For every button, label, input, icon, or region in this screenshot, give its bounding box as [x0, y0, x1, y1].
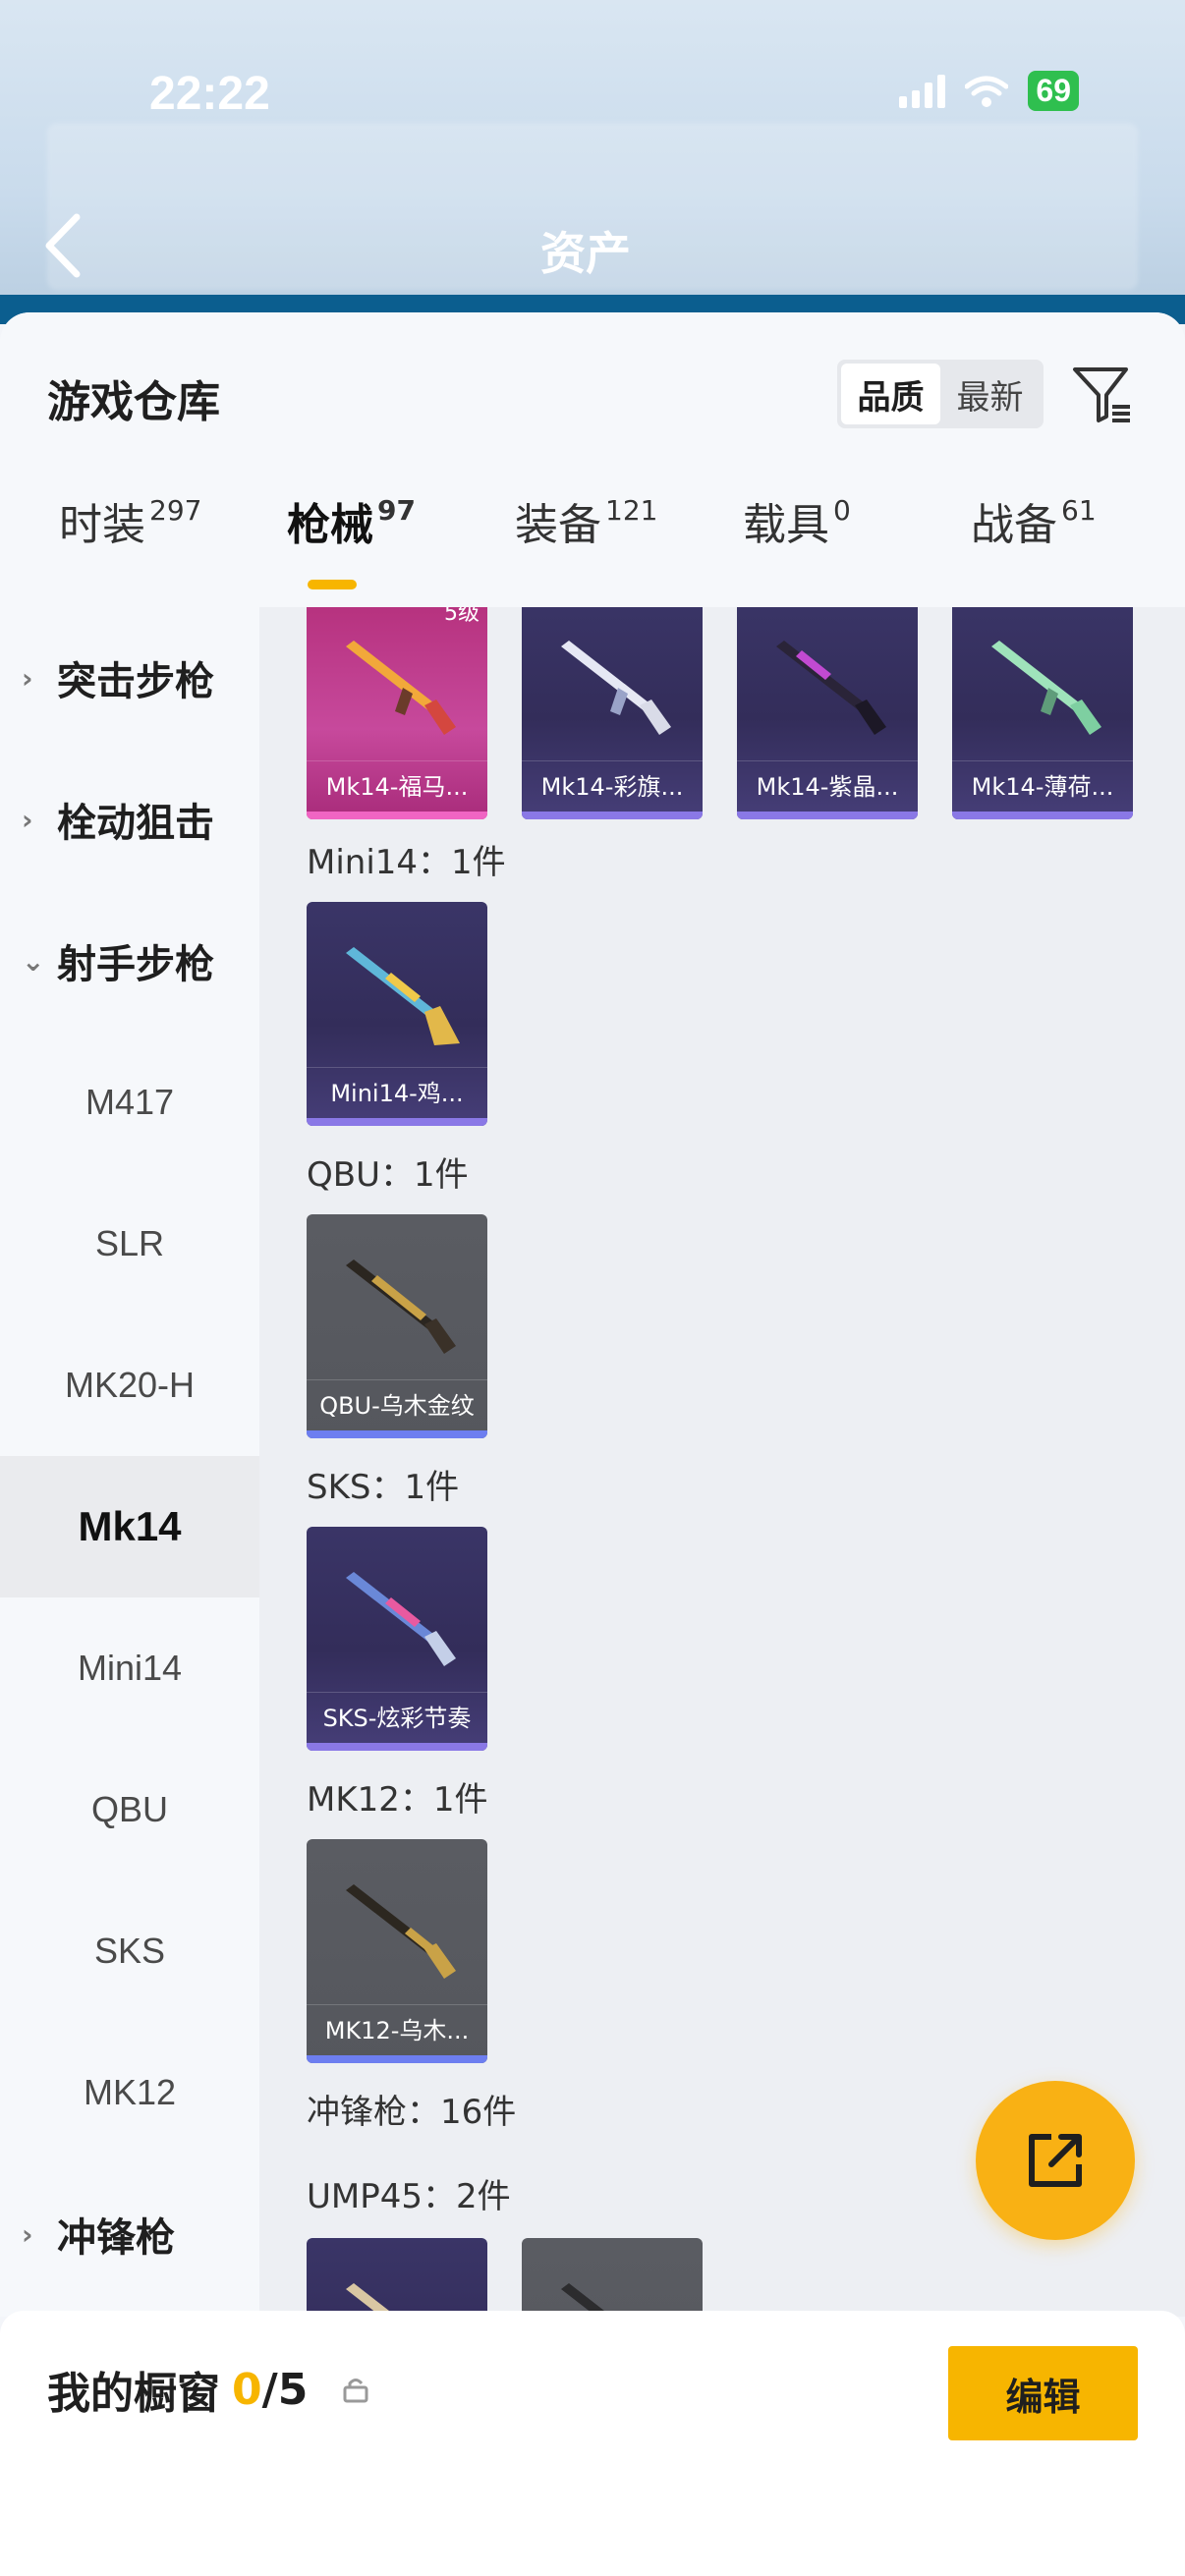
tab-equipment[interactable]: 装备 121 [515, 489, 657, 552]
share-button[interactable] [976, 2081, 1135, 2240]
weapon-card-name: Mk14-薄荷... [952, 760, 1133, 812]
rarity-bar [307, 2055, 487, 2063]
tab-supplies[interactable]: 战备 61 [971, 489, 1097, 552]
smg-icon [561, 2283, 612, 2317]
sheet-header: 游戏仓库 品质 最新 时装 297 枪械 97 装备 121 载具 0 战备 61 [0, 312, 1185, 607]
weapon-card[interactable] [307, 2238, 487, 2317]
chevron-right-icon: › [22, 2217, 33, 2251]
rarity-bar [307, 1743, 487, 1751]
group-label-sks: SKS：1件 [307, 1468, 460, 1507]
rarity-bar [737, 812, 918, 819]
weapon-card[interactable]: Mk14-薄荷... [952, 607, 1133, 819]
group-label-mk12: MK12：1件 [307, 1780, 488, 1820]
sidebar-item-sks[interactable]: SKS [0, 1880, 259, 2022]
edit-button[interactable]: 编辑 [948, 2346, 1138, 2440]
tab-fashion[interactable]: 时装 297 [59, 489, 201, 552]
battery-indicator: 69 [1028, 71, 1079, 111]
category-tabs: 时装 297 枪械 97 装备 121 载具 0 战备 61 [0, 489, 1185, 607]
sidebar-item-bolt-sniper[interactable]: › 栓动狙击 [0, 749, 259, 890]
weapon-card[interactable]: Mk14-紫晶... [737, 607, 918, 819]
rifle-icon [991, 641, 1101, 735]
sidebar-item-mk20h[interactable]: MK20-H [0, 1315, 259, 1456]
signal-icon [899, 74, 946, 108]
weapon-content: 5级 Mk14-福马... Mk14-彩旗... Mk14-紫晶... Mk14… [259, 607, 1185, 2317]
sidebar-item-mk12[interactable]: MK12 [0, 2022, 259, 2163]
weapon-card[interactable] [522, 2238, 703, 2317]
rarity-bar [522, 812, 703, 819]
sidebar-item-label: 射手步枪 [57, 942, 214, 987]
weapon-card[interactable]: MK12-乌木... [307, 1839, 487, 2063]
chevron-right-icon: › [22, 803, 33, 836]
sidebar-item-mk14[interactable]: Mk14 [0, 1456, 259, 1597]
sort-quality-button[interactable]: 品质 [841, 364, 940, 424]
sidebar-item-marksman-rifle[interactable]: ⌄ 射手步枪 [0, 890, 259, 1032]
weapon-card-name: SKS-炫彩节奏 [307, 1692, 487, 1743]
rarity-bar [952, 812, 1133, 819]
weapon-card-name: Mk14-彩旗... [522, 760, 703, 812]
showcase-summary: 我的橱窗 0 /5 [47, 2358, 370, 2421]
group-label-smg: 冲锋枪：16件 [307, 2093, 517, 2132]
weapon-card-name: Mk14-福马... [307, 760, 487, 812]
status-time: 22:22 [149, 68, 270, 120]
sidebar-item-qbu[interactable]: QBU [0, 1739, 259, 1880]
weapon-card[interactable]: Mini14-鸡... [307, 902, 487, 1126]
rifle-icon [346, 1884, 456, 1979]
rarity-bar [307, 1430, 487, 1438]
warehouse-title: 游戏仓库 [47, 377, 220, 427]
chevron-down-icon: ⌄ [22, 944, 45, 978]
showcase-count: 0 [232, 2364, 262, 2415]
showcase-label: 我的橱窗 [47, 2369, 220, 2419]
chevron-right-icon: › [22, 661, 33, 695]
status-icons: 69 [899, 71, 1079, 111]
rifle-icon [346, 1260, 456, 1354]
rarity-bar [307, 812, 487, 819]
sidebar-item-label: 突击步枪 [57, 659, 214, 704]
sidebar-item-slr[interactable]: SLR [0, 1173, 259, 1315]
weapon-card-name: MK12-乌木... [307, 2004, 487, 2055]
weapon-card[interactable]: SKS-炫彩节奏 [307, 1527, 487, 1751]
filter-icon[interactable] [1071, 364, 1134, 426]
weapon-card[interactable]: 5级 Mk14-福马... [307, 607, 487, 819]
nav-title: 资产 [540, 227, 631, 280]
rifle-icon [561, 641, 671, 735]
back-arrow-icon[interactable] [39, 211, 88, 280]
weapon-card-name: Mini14-鸡... [307, 1067, 487, 1118]
rifle-icon [346, 641, 456, 735]
wifi-icon [965, 76, 1009, 107]
tab-vehicles[interactable]: 载具 0 [743, 489, 851, 552]
sort-latest-button[interactable]: 最新 [940, 364, 1040, 424]
sidebar-item-m417[interactable]: M417 [0, 1032, 259, 1173]
external-link-icon [1029, 2134, 1082, 2187]
tab-firearms[interactable]: 枪械 97 [287, 489, 416, 552]
weapon-card[interactable]: Mk14-彩旗... [522, 607, 703, 819]
rifle-icon [346, 1572, 456, 1666]
weapon-card-name: QBU-乌木金纹 [307, 1379, 487, 1430]
rifle-icon [776, 641, 886, 735]
weapon-card[interactable]: QBU-乌木金纹 [307, 1214, 487, 1438]
group-label-mini14: Mini14：1件 [307, 843, 506, 882]
sidebar-item-mini14[interactable]: Mini14 [0, 1597, 259, 1739]
showcase-panel: 我的橱窗 0 /5 编辑 [0, 2311, 1185, 2576]
smg-icon [346, 2283, 397, 2317]
active-tab-indicator [308, 580, 357, 589]
weapon-sidebar: › 突击步枪 › 栓动狙击 ⌄ 射手步枪 M417 SLR MK20-H Mk1… [0, 607, 259, 2317]
group-label-qbu: QBU：1件 [307, 1155, 469, 1195]
weapon-card-name: Mk14-紫晶... [737, 760, 918, 812]
showcase-total: /5 [261, 2364, 309, 2415]
warehouse-sheet: 游戏仓库 品质 最新 时装 297 枪械 97 装备 121 载具 0 战备 61 › 突… [0, 312, 1185, 2576]
sidebar-item-assault-rifle[interactable]: › 突击步枪 [0, 607, 259, 749]
lock-icon [343, 2379, 368, 2403]
sidebar-item-label: 栓动狙击 [57, 801, 214, 846]
group-label-ump45: UMP45：2件 [307, 2177, 511, 2216]
sort-toggle: 品质 最新 [837, 360, 1044, 428]
sidebar-item-label: 冲锋枪 [57, 2215, 175, 2261]
rifle-icon [346, 947, 460, 1045]
sidebar-item-smg[interactable]: › 冲锋枪 [0, 2163, 259, 2305]
rarity-bar [307, 1118, 487, 1126]
